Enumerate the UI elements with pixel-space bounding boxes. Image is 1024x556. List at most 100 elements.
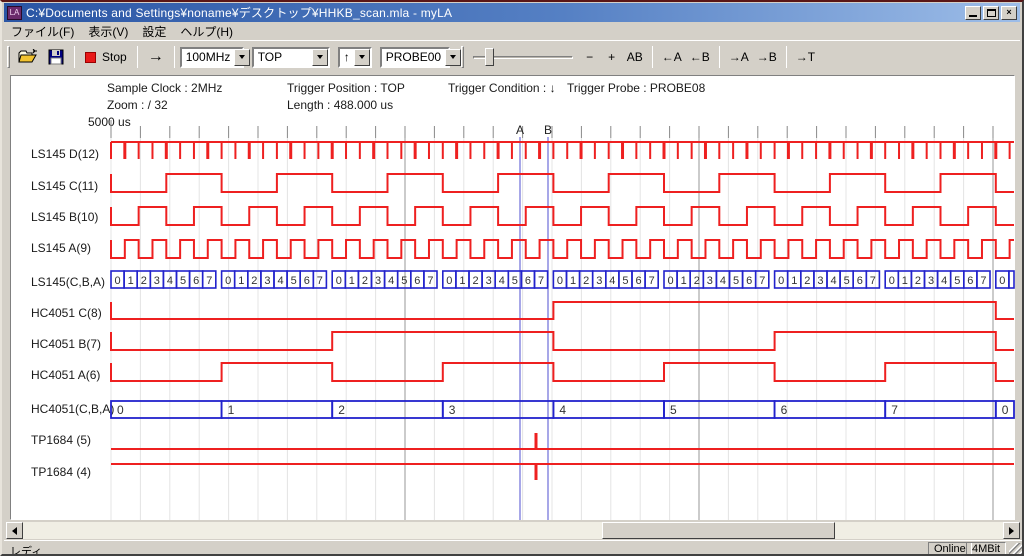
svg-text:2: 2: [804, 275, 810, 287]
chevron-down-icon[interactable]: [234, 49, 250, 66]
svg-text:6: 6: [525, 275, 531, 287]
svg-text:2: 2: [338, 403, 345, 417]
trigger-edge-combo[interactable]: ↑: [338, 47, 372, 68]
svg-text:0: 0: [225, 275, 231, 287]
status-bar: レディ Online 4MBit: [4, 540, 1022, 556]
svg-text:4: 4: [559, 403, 566, 417]
svg-text:5: 5: [622, 275, 628, 287]
zoom-out-button[interactable]: −: [579, 45, 601, 69]
svg-text:1: 1: [128, 275, 134, 287]
svg-text:6: 6: [304, 275, 310, 287]
save-button[interactable]: [43, 45, 69, 69]
svg-text:5: 5: [954, 275, 960, 287]
app-window: LA C:¥Documents and Settings¥noname¥デスクト…: [0, 0, 1024, 556]
chevron-down-icon[interactable]: [354, 49, 370, 66]
svg-text:6: 6: [746, 275, 752, 287]
maximize-button[interactable]: [983, 6, 999, 20]
svg-text:2: 2: [362, 275, 368, 287]
goto-trigger-button[interactable]: →T: [792, 45, 819, 69]
svg-text:5: 5: [512, 275, 518, 287]
ab-span-button[interactable]: AB: [623, 45, 647, 69]
sample-clock-combo[interactable]: 100MHz: [180, 47, 244, 68]
slider-thumb[interactable]: [485, 48, 494, 66]
goto-marker-a-button[interactable]: →A: [725, 45, 753, 69]
svg-text:3: 3: [449, 403, 456, 417]
svg-text:3: 3: [264, 275, 270, 287]
toolbar-separator: [652, 46, 653, 68]
window-title: C:¥Documents and Settings¥noname¥デスクトップ¥…: [26, 4, 452, 21]
zoom-in-button[interactable]: +: [601, 45, 623, 69]
stop-icon: [85, 52, 96, 63]
svg-text:1: 1: [681, 275, 687, 287]
svg-text:5: 5: [844, 275, 850, 287]
waveform-plot[interactable]: AB01234567012345670123456701234567012345…: [11, 76, 1016, 521]
svg-text:7: 7: [649, 275, 655, 287]
svg-text:1: 1: [228, 403, 235, 417]
svg-text:3: 3: [375, 275, 381, 287]
svg-text:0: 0: [999, 275, 1005, 287]
open-file-button[interactable]: [13, 45, 43, 69]
svg-text:7: 7: [870, 275, 876, 287]
stop-button[interactable]: Stop: [80, 45, 132, 69]
svg-text:B: B: [544, 123, 552, 137]
svg-text:7: 7: [980, 275, 986, 287]
toolbar-separator: [74, 46, 75, 68]
toolbar-separator: [174, 46, 175, 68]
chevron-down-icon[interactable]: [312, 49, 328, 66]
title-bar[interactable]: LA C:¥Documents and Settings¥noname¥デスクト…: [4, 3, 1020, 22]
scroll-left-button[interactable]: [6, 522, 23, 539]
svg-text:0: 0: [1002, 403, 1009, 417]
minimize-button[interactable]: [965, 6, 981, 20]
trigger-probe-combo[interactable]: PROBE00: [380, 47, 450, 68]
run-button[interactable]: →: [143, 45, 169, 69]
svg-text:4: 4: [941, 275, 947, 287]
chevron-down-icon[interactable]: [445, 49, 461, 66]
svg-text:4: 4: [720, 275, 726, 287]
svg-text:2: 2: [915, 275, 921, 287]
svg-text:6: 6: [635, 275, 641, 287]
svg-text:0: 0: [778, 275, 784, 287]
svg-text:1: 1: [238, 275, 244, 287]
menu-settings[interactable]: 設定: [135, 22, 173, 41]
goto-marker-b-button[interactable]: →B: [753, 45, 781, 69]
svg-text:5: 5: [401, 275, 407, 287]
svg-text:0: 0: [446, 275, 452, 287]
resize-grip[interactable]: [1009, 543, 1022, 556]
scroll-right-button[interactable]: [1003, 522, 1020, 539]
marker-b-left-button[interactable]: ←B: [686, 45, 714, 69]
trigger-position-value: TOP: [254, 50, 312, 64]
menu-view[interactable]: 表示(V): [81, 22, 135, 41]
svg-text:1: 1: [791, 275, 797, 287]
svg-text:A: A: [516, 123, 524, 137]
waveform-panel: Sample Clock : 2MHz Trigger Position : T…: [10, 75, 1015, 520]
toolbar-grip[interactable]: [461, 46, 464, 68]
svg-text:3: 3: [154, 275, 160, 287]
menu-help[interactable]: ヘルプ(H): [173, 22, 240, 41]
app-icon[interactable]: LA: [7, 6, 22, 20]
trigger-probe-value: PROBE00: [382, 50, 445, 64]
svg-text:7: 7: [759, 275, 765, 287]
marker-a-left-button[interactable]: ←A: [658, 45, 686, 69]
trigger-edge-value: ↑: [340, 50, 354, 64]
svg-text:1: 1: [570, 275, 576, 287]
status-ready-text: レディ: [10, 543, 42, 556]
zoom-slider[interactable]: [473, 46, 573, 68]
open-folder-icon: [18, 49, 38, 65]
svg-text:4: 4: [499, 275, 505, 287]
svg-text:6: 6: [414, 275, 420, 287]
svg-text:6: 6: [193, 275, 199, 287]
close-button[interactable]: ×: [1001, 6, 1017, 20]
svg-text:5: 5: [291, 275, 297, 287]
toolbar-grip[interactable]: [7, 46, 10, 68]
menu-file[interactable]: ファイル(F): [4, 22, 81, 41]
svg-text:0: 0: [667, 275, 673, 287]
svg-text:4: 4: [830, 275, 836, 287]
trigger-position-combo[interactable]: TOP: [252, 47, 330, 68]
svg-text:6: 6: [967, 275, 973, 287]
svg-text:4: 4: [167, 275, 173, 287]
scrollbar-thumb[interactable]: [602, 522, 835, 539]
horizontal-scrollbar[interactable]: [6, 522, 1020, 539]
toolbar-separator: [786, 46, 787, 68]
svg-text:0: 0: [557, 275, 563, 287]
svg-text:0: 0: [336, 275, 342, 287]
